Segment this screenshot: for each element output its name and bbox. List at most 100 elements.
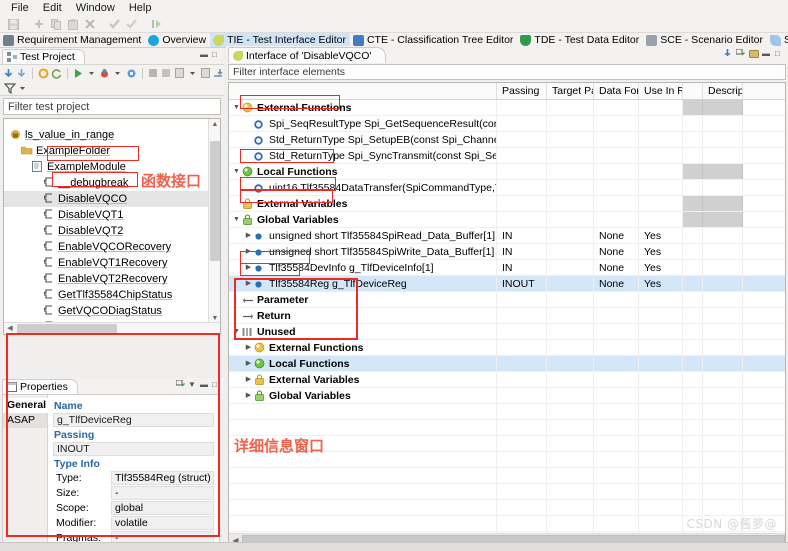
table-column-header[interactable]: Data Form... bbox=[594, 83, 639, 99]
table-cell-format[interactable] bbox=[594, 308, 639, 323]
add-icon[interactable] bbox=[30, 17, 47, 32]
table-cell-description[interactable] bbox=[703, 308, 743, 323]
table-row[interactable]: ▶ Tlf35584DevInfo g_TlfDeviceInfo[1] IN Non… bbox=[229, 260, 785, 276]
minimize-icon[interactable]: ▬ bbox=[200, 50, 209, 59]
table-cell-passing[interactable]: IN bbox=[497, 244, 547, 259]
table-cell-description[interactable] bbox=[703, 196, 743, 211]
table-column-header[interactable]: Target Pas... bbox=[547, 83, 594, 99]
report-icon[interactable] bbox=[174, 67, 185, 80]
table-cell-usein[interactable] bbox=[639, 356, 683, 371]
table-cell-format[interactable] bbox=[594, 388, 639, 403]
table-cell-usein[interactable] bbox=[639, 148, 683, 163]
build-icon[interactable] bbox=[161, 67, 172, 80]
table-cell-format[interactable] bbox=[594, 212, 639, 227]
table-row[interactable]: ▶ Global Variables bbox=[229, 388, 785, 404]
table-cell-description[interactable] bbox=[703, 324, 743, 339]
chevron-right-icon[interactable]: ▶ bbox=[243, 372, 254, 387]
table-cell-target[interactable] bbox=[547, 260, 594, 275]
chevron-right-icon[interactable]: ▶ bbox=[243, 260, 254, 275]
maximize-icon[interactable]: □ bbox=[212, 50, 221, 59]
table-cell-passing[interactable]: INOUT bbox=[497, 276, 547, 291]
table-cell-target[interactable] bbox=[547, 132, 594, 147]
table-row[interactable]: ▼ Global Variables bbox=[229, 212, 785, 228]
table-cell-format[interactable] bbox=[594, 372, 639, 387]
table-cell-format[interactable]: None bbox=[594, 260, 639, 275]
table-cell-usein[interactable] bbox=[639, 196, 683, 211]
chevron-right-icon[interactable]: ▶ bbox=[243, 340, 254, 355]
properties-type-value[interactable]: volatile bbox=[111, 516, 214, 530]
table-cell-passing[interactable] bbox=[497, 148, 547, 163]
tree-node[interactable]: EnableVQT1Recovery bbox=[4, 255, 220, 271]
table-cell-usein[interactable]: Yes bbox=[639, 228, 683, 243]
table-cell-description[interactable] bbox=[703, 372, 743, 387]
properties-name-value[interactable]: g_TlfDeviceReg bbox=[53, 413, 214, 427]
table-cell-passing[interactable]: IN bbox=[497, 260, 547, 275]
interface-table[interactable]: PassingTarget Pas...Data Form...Use In R… bbox=[228, 82, 786, 547]
table-row[interactable]: ▼ Local Functions bbox=[229, 164, 785, 180]
table-column-header[interactable] bbox=[229, 83, 497, 99]
chevron-right-icon[interactable]: ▶ bbox=[243, 356, 254, 371]
table-cell-usein[interactable] bbox=[639, 372, 683, 387]
table-row[interactable]: ▶ External Functions bbox=[229, 340, 785, 356]
table-cell-passing[interactable] bbox=[497, 196, 547, 211]
table-cell-target[interactable] bbox=[547, 164, 594, 179]
test-project-tree[interactable]: ls_value_in_range ExampleFolder ExampleMod… bbox=[3, 118, 221, 335]
tree-node[interactable]: EnableVQT2Recovery bbox=[4, 271, 220, 287]
table-cell-passing[interactable] bbox=[497, 180, 547, 195]
table-row[interactable]: ▶ unsigned short Tlf35584SpiRead_Data_Buf… bbox=[229, 228, 785, 244]
table-cell-passing[interactable] bbox=[497, 372, 547, 387]
menu-item-help[interactable]: Help bbox=[122, 0, 159, 16]
table-cell-passing[interactable]: IN bbox=[497, 228, 547, 243]
export-icon[interactable] bbox=[200, 67, 211, 80]
paste-icon[interactable] bbox=[64, 17, 81, 32]
table-cell-description[interactable] bbox=[703, 132, 743, 147]
table-cell-description[interactable] bbox=[703, 100, 743, 115]
delete-icon[interactable] bbox=[81, 17, 98, 32]
table-cell-usein[interactable]: Yes bbox=[639, 244, 683, 259]
view-menu-icon[interactable]: ▼ bbox=[188, 380, 197, 389]
properties-type-value[interactable]: - bbox=[111, 486, 214, 500]
tree-node[interactable]: ExampleFolder bbox=[4, 143, 220, 159]
properties-type-value[interactable]: global bbox=[111, 501, 214, 515]
table-row[interactable]: Spi_SeqResultType Spi_GetSequenceResult(… bbox=[229, 116, 785, 132]
chevron-right-icon[interactable]: ▶ bbox=[243, 244, 254, 259]
table-cell-format[interactable] bbox=[594, 356, 639, 371]
check-all-icon[interactable] bbox=[123, 17, 140, 32]
minimize-icon[interactable]: ▬ bbox=[762, 49, 771, 58]
table-row[interactable]: External Variables bbox=[229, 196, 785, 212]
scroll-up-icon[interactable]: ▲ bbox=[209, 119, 220, 130]
table-cell-usein[interactable] bbox=[639, 164, 683, 179]
table-column-header[interactable]: Passing bbox=[497, 83, 547, 99]
tree-horizontal-scrollbar[interactable]: ◀ bbox=[4, 322, 220, 334]
table-cell-description[interactable] bbox=[703, 388, 743, 403]
table-cell-usein[interactable] bbox=[639, 388, 683, 403]
save-icon[interactable] bbox=[5, 17, 22, 32]
chevron-right-icon[interactable]: ▶ bbox=[243, 228, 254, 243]
table-cell-description[interactable] bbox=[703, 148, 743, 163]
table-row[interactable]: ▼ Unused bbox=[229, 324, 785, 340]
maximize-icon[interactable]: □ bbox=[775, 49, 784, 58]
menu-item-window[interactable]: Window bbox=[69, 0, 122, 16]
tree-vertical-scrollbar[interactable]: ▲ ▼ bbox=[208, 119, 220, 324]
table-cell-target[interactable] bbox=[547, 388, 594, 403]
table-cell-passing[interactable] bbox=[497, 324, 547, 339]
table-cell-usein[interactable] bbox=[639, 324, 683, 339]
table-cell-passing[interactable] bbox=[497, 308, 547, 323]
run-icon[interactable] bbox=[148, 17, 165, 32]
table-cell-target[interactable] bbox=[547, 100, 594, 115]
table-cell-target[interactable] bbox=[547, 196, 594, 211]
import-icon[interactable] bbox=[213, 67, 224, 80]
table-cell-passing[interactable] bbox=[497, 388, 547, 403]
view-tab-test-project[interactable]: Test Project bbox=[2, 49, 85, 64]
tree-node[interactable]: DisableVQCO bbox=[4, 191, 220, 207]
run-dropdown-icon[interactable] bbox=[86, 67, 97, 80]
table-cell-format[interactable] bbox=[594, 100, 639, 115]
chevron-down-icon[interactable]: ▼ bbox=[231, 100, 242, 115]
table-cell-format[interactable]: None bbox=[594, 244, 639, 259]
filter-menu-icon[interactable] bbox=[3, 82, 16, 95]
table-row[interactable]: uint16 Tlf35584DataTransfer(SpiCommandTy… bbox=[229, 180, 785, 196]
table-cell-passing[interactable] bbox=[497, 340, 547, 355]
table-cell-format[interactable] bbox=[594, 292, 639, 307]
table-cell-target[interactable] bbox=[547, 372, 594, 387]
table-cell-description[interactable] bbox=[703, 276, 743, 291]
